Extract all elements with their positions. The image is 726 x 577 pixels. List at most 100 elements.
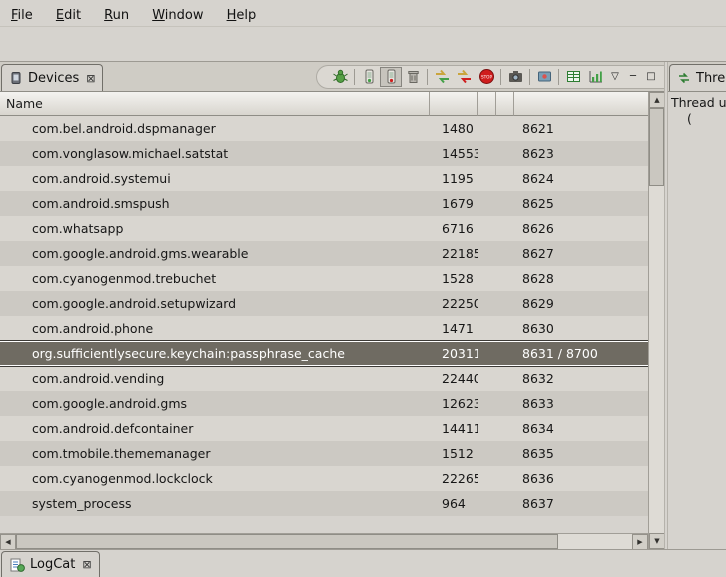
cell-pid: 1679	[430, 191, 478, 216]
cell-pid: 12623	[430, 391, 478, 416]
cell-spacer	[478, 291, 496, 316]
cell-port: 8626	[514, 216, 648, 241]
cell-spacer	[478, 341, 496, 366]
cell-spacer	[496, 116, 514, 141]
tab-threads[interactable]: Threads	[669, 64, 726, 91]
tab-logcat-label: LogCat	[30, 557, 75, 572]
scrollbar-thumb[interactable]	[649, 108, 664, 186]
menu-file[interactable]: File	[2, 2, 42, 29]
table-row[interactable]: com.tmobile.thememanager15128635	[0, 441, 648, 466]
cell-spacer	[496, 316, 514, 341]
tab-devices[interactable]: Devices ⊠	[1, 64, 103, 91]
update-heap-icon[interactable]	[358, 67, 380, 87]
process-table-area: Name com.bel.android.dspmanager14808621c…	[0, 92, 664, 549]
cell-port: 8621	[514, 116, 648, 141]
cell-port: 8636	[514, 466, 648, 491]
column-header-port[interactable]	[514, 92, 648, 116]
table-row[interactable]: org.sufficientlysecure.keychain:passphra…	[0, 341, 648, 366]
table-row[interactable]: com.android.phone14718630	[0, 316, 648, 341]
cell-pid: 6716	[430, 216, 478, 241]
scroll-left-icon[interactable]: ◀	[0, 534, 16, 549]
main-toolbar	[0, 27, 726, 62]
scrollbar-thumb[interactable]	[16, 534, 558, 549]
scroll-down-icon[interactable]: ▼	[649, 533, 664, 549]
horizontal-scrollbar[interactable]: ◀ ▶	[0, 533, 648, 549]
cell-spacer	[478, 141, 496, 166]
scroll-right-icon[interactable]: ▶	[632, 534, 648, 549]
cell-name: com.android.defcontainer	[0, 416, 430, 441]
table-row[interactable]: com.google.android.gms126238633	[0, 391, 648, 416]
close-icon[interactable]: ⊠	[86, 72, 95, 85]
main-area: Devices ⊠ STOP ▽─□ Name com.bel.android.d…	[0, 62, 726, 549]
table-row[interactable]: com.cyanogenmod.trebuchet15288628	[0, 266, 648, 291]
debug-process-icon[interactable]	[329, 67, 351, 87]
cause-gc-icon[interactable]	[402, 67, 424, 87]
cell-spacer	[478, 116, 496, 141]
column-header[interactable]	[496, 92, 514, 116]
cell-spacer	[496, 241, 514, 266]
table-row[interactable]: com.google.android.gms.wearable221858627	[0, 241, 648, 266]
cell-spacer	[478, 466, 496, 491]
threads-tab-bar: Threads	[668, 62, 726, 92]
cell-pid: 22440	[430, 366, 478, 391]
threads-message-line: Thread up	[671, 95, 726, 111]
table-row[interactable]: com.google.android.setupwizard222508629	[0, 291, 648, 316]
table-row[interactable]: com.android.vending224408632	[0, 366, 648, 391]
menu-help[interactable]: Help	[218, 2, 266, 29]
cell-spacer	[496, 491, 514, 516]
table-row[interactable]: system_process9648637	[0, 491, 648, 516]
view-menu-icon[interactable]: ▽	[606, 67, 624, 87]
table-row[interactable]: com.whatsapp67168626	[0, 216, 648, 241]
table-row[interactable]: com.android.smspush16798625	[0, 191, 648, 216]
cell-spacer	[496, 366, 514, 391]
toolbar-separator	[529, 69, 530, 85]
cell-name: system_process	[0, 491, 430, 516]
devices-view: Devices ⊠ STOP ▽─□ Name com.bel.android.d…	[0, 62, 664, 549]
cell-spacer	[478, 391, 496, 416]
minimize-icon[interactable]: ─	[624, 67, 642, 87]
hierarchy-view-icon[interactable]	[584, 67, 606, 87]
cell-port: 8632	[514, 366, 648, 391]
scroll-up-icon[interactable]: ▲	[649, 92, 664, 108]
cell-pid: 14553	[430, 141, 478, 166]
tab-logcat[interactable]: LogCat ⊠	[1, 551, 100, 577]
maximize-icon[interactable]: □	[642, 67, 660, 87]
scrollbar-track[interactable]	[16, 534, 632, 549]
stop-process-icon[interactable]: STOP	[475, 67, 497, 87]
menu-edit[interactable]: Edit	[47, 2, 90, 29]
scrollbar-track[interactable]	[649, 108, 664, 533]
cell-port: 8633	[514, 391, 648, 416]
screen-record-icon[interactable]	[533, 67, 555, 87]
table-row[interactable]: com.android.systemui11958624	[0, 166, 648, 191]
update-threads-icon[interactable]	[431, 67, 453, 87]
start-method-profiling-icon[interactable]	[453, 67, 475, 87]
column-header-name[interactable]: Name	[0, 92, 430, 116]
toolbar-separator	[500, 69, 501, 85]
menu-window[interactable]: Window	[143, 2, 212, 29]
screen-capture-icon[interactable]	[504, 67, 526, 87]
cell-spacer	[478, 241, 496, 266]
table-row[interactable]: com.bel.android.dspmanager14808621	[0, 116, 648, 141]
table-row[interactable]: com.android.defcontainer144118634	[0, 416, 648, 441]
threads-message: Thread up (	[668, 92, 726, 549]
table-row[interactable]: com.vonglasow.michael.satstat145538623	[0, 141, 648, 166]
tab-devices-label: Devices	[28, 71, 79, 86]
close-icon[interactable]: ⊠	[82, 558, 91, 571]
cell-spacer	[496, 341, 514, 366]
cell-spacer	[496, 391, 514, 416]
cell-pid: 14411	[430, 416, 478, 441]
column-header[interactable]	[478, 92, 496, 116]
cell-name: com.cyanogenmod.lockclock	[0, 466, 430, 491]
cell-port: 8631 / 8700	[514, 341, 648, 366]
threads-view: Threads Thread up (	[668, 62, 726, 549]
column-header-pid[interactable]	[430, 92, 478, 116]
table-row[interactable]: com.cyanogenmod.lockclock22265 8636	[0, 466, 648, 491]
capture-system-state-icon[interactable]	[562, 67, 584, 87]
dump-hprof-icon[interactable]	[380, 67, 402, 87]
menu-run[interactable]: Run	[95, 2, 138, 29]
cell-spacer	[496, 166, 514, 191]
cell-pid: 22265	[430, 466, 478, 491]
vertical-scrollbar[interactable]: ▲ ▼	[648, 92, 664, 549]
toolbar-separator	[558, 69, 559, 85]
cell-name: com.tmobile.thememanager	[0, 441, 430, 466]
